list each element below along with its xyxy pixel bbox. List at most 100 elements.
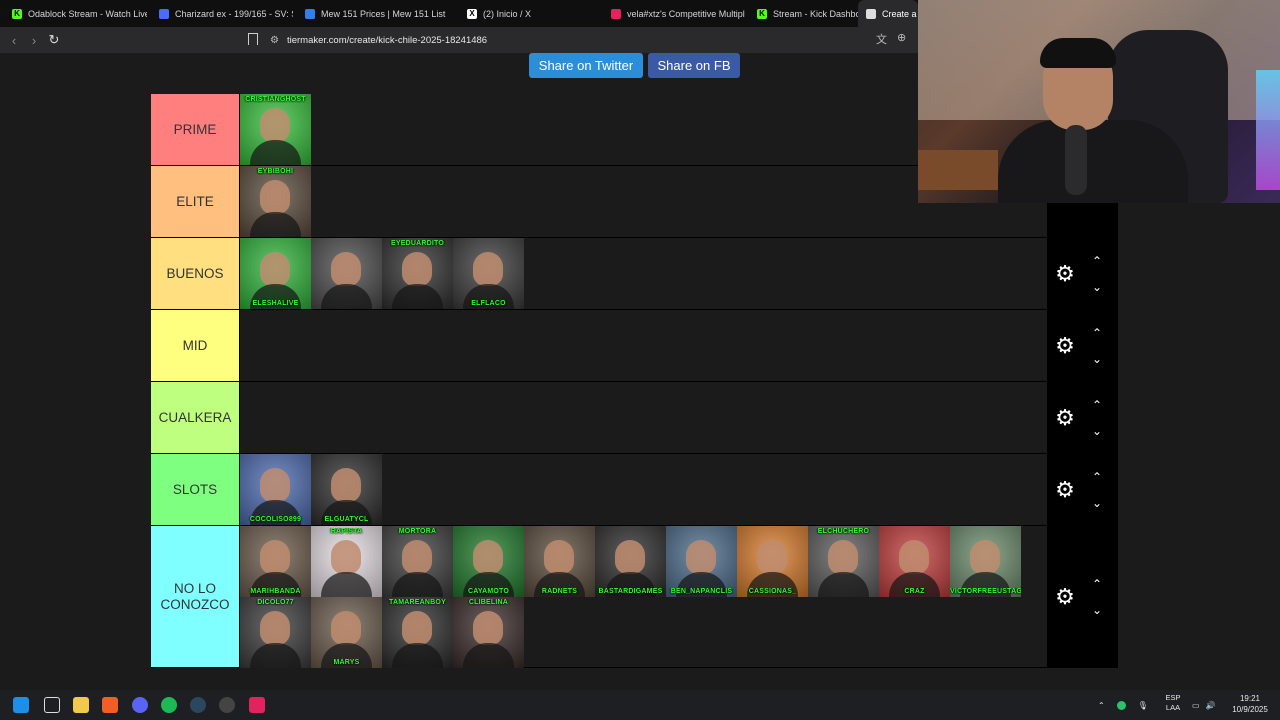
browser-tab[interactable]: Create a "K	[858, 0, 918, 27]
move-tier-up-icon[interactable]: ⌃	[1089, 254, 1105, 268]
move-tier-down-icon[interactable]: ⌄	[1089, 280, 1105, 294]
zoom-icon[interactable]: ⊕	[897, 31, 906, 47]
microphone	[1065, 125, 1087, 195]
webcam-overlay	[918, 0, 1280, 203]
streamer-card[interactable]	[311, 238, 382, 309]
back-icon[interactable]: ‹	[4, 30, 24, 50]
streamer-card[interactable]: RADNETS	[524, 526, 595, 597]
discord-icon[interactable]	[132, 697, 148, 713]
streamer-card[interactable]: EYBIBOHI	[240, 166, 311, 237]
translate-icon[interactable]: 文	[876, 31, 887, 47]
language-indicator[interactable]: ESP LAA	[1162, 693, 1184, 713]
tier-label[interactable]: MID	[151, 310, 240, 381]
streamer-card[interactable]: VICTORFREEUSTAGE	[950, 526, 1021, 597]
streamer-card[interactable]: TAMAREANBOY	[382, 597, 453, 668]
share-fb-button[interactable]: Share on FB	[648, 53, 740, 78]
tray-overflow-icon[interactable]: ⌃	[1098, 701, 1105, 710]
streamer-card[interactable]: MORTORA	[382, 526, 453, 597]
move-tier-down-icon[interactable]: ⌄	[1089, 603, 1105, 617]
file-explorer-icon[interactable]	[73, 697, 89, 713]
site-info-icon[interactable]: ⚙	[270, 35, 279, 46]
streamer-card[interactable]: ELCHUCHERO	[808, 526, 879, 597]
url-text: tiermaker.com/create/kick-chile-2025-182…	[286, 34, 488, 46]
streamer-name: EYEDUARDITO	[390, 240, 445, 247]
streamer-name: CAYAMOTO	[467, 588, 510, 595]
streamer-name: CRAZ	[904, 588, 925, 595]
tab-favicon-icon	[611, 8, 621, 19]
tier-items-area[interactable]	[240, 382, 1047, 453]
tier-label[interactable]: NO LO CONOZCO	[151, 526, 240, 667]
streamer-photo	[260, 180, 290, 214]
reload-icon[interactable]: ↻	[44, 30, 64, 50]
streamer-card[interactable]: DICOLO77	[240, 597, 311, 668]
streamer-card[interactable]: CRAZ	[879, 526, 950, 597]
streamer-card[interactable]: COCOLISO899	[240, 454, 311, 525]
move-tier-down-icon[interactable]: ⌄	[1089, 496, 1105, 510]
browser-tab[interactable]: Mew 151 Prices | Mew 151 List	[297, 0, 455, 27]
network-icon[interactable]: ▭	[1192, 701, 1200, 710]
streamer-card[interactable]: CLIBELINA	[453, 597, 524, 668]
streamer-card[interactable]: ELGUATYCL	[311, 454, 382, 525]
tier-items-area[interactable]: ELESHALIVE EYEDUARDITO ELFLACO	[240, 238, 1047, 309]
tier-label[interactable]: CUALKERA	[151, 382, 240, 453]
mic-icon[interactable]: 🎙	[1138, 701, 1148, 710]
forward-icon[interactable]: ›	[24, 30, 44, 50]
clock[interactable]: 19:21 10/9/2025	[1226, 693, 1274, 715]
brave-browser-icon[interactable]	[102, 697, 118, 713]
browser-tab[interactable]: X (2) Inicio / X	[459, 0, 599, 27]
move-tier-up-icon[interactable]: ⌃	[1089, 398, 1105, 412]
move-tier-up-icon[interactable]: ⌃	[1089, 470, 1105, 484]
move-tier-down-icon[interactable]: ⌄	[1089, 424, 1105, 438]
language-code: ESP	[1165, 693, 1181, 702]
tier-settings-gear-icon[interactable]: ⚙	[1053, 334, 1077, 358]
streamer-card[interactable]: EYEDUARDITO	[382, 238, 453, 309]
status-dot-icon[interactable]	[1116, 700, 1126, 710]
streamer-card[interactable]: CRISTIANGHOST	[240, 94, 311, 165]
tier-settings-gear-icon[interactable]: ⚙	[1053, 478, 1077, 502]
volume-icon[interactable]: 🔊	[1206, 701, 1216, 710]
tier-settings-gear-icon[interactable]: ⚙	[1053, 262, 1077, 286]
tier-label[interactable]: SLOTS	[151, 454, 240, 525]
streamer-photo	[615, 540, 645, 574]
task-view-icon[interactable]	[44, 697, 60, 713]
move-tier-up-icon[interactable]: ⌃	[1089, 577, 1105, 591]
tier-label[interactable]: ELITE	[151, 166, 240, 237]
streamer-name: BASTARDIGAMES	[598, 588, 663, 595]
url-field[interactable]: ⚙ tiermaker.com/create/kick-chile-2025-1…	[270, 31, 920, 49]
windows-start-icon[interactable]	[13, 697, 29, 713]
streamer-card[interactable]: CASSIONAS_	[737, 526, 808, 597]
tier-settings-gear-icon[interactable]: ⚙	[1053, 406, 1077, 430]
tier-label[interactable]: PRIME	[151, 94, 240, 165]
clock-date: 10/9/2025	[1232, 705, 1268, 714]
streamer-body	[998, 120, 1188, 203]
bookmark-icon[interactable]	[248, 33, 258, 45]
tier-items-area[interactable]: COCOLISO899 ELGUATYCL	[240, 454, 1047, 525]
tier-items-area[interactable]	[240, 310, 1047, 381]
steam-icon[interactable]	[190, 697, 206, 713]
streamer-card[interactable]: BASTARDIGAMES	[595, 526, 666, 597]
tier-label[interactable]: BUENOS	[151, 238, 240, 309]
share-twitter-button[interactable]: Share on Twitter	[529, 53, 643, 78]
spotify-icon[interactable]	[161, 697, 177, 713]
streamer-card[interactable]: MARYS	[311, 597, 382, 668]
streamer-photo-body	[250, 140, 301, 165]
streamer-card[interactable]: ELFLACO	[453, 238, 524, 309]
obs-icon[interactable]	[219, 697, 235, 713]
move-tier-down-icon[interactable]: ⌄	[1089, 352, 1105, 366]
browser-tab[interactable]: Charizard ex - 199/165 - SV: Sc	[151, 0, 293, 27]
streamer-card[interactable]: RAPISTA	[311, 526, 382, 597]
streamer-photo	[260, 252, 290, 286]
browser-tab[interactable]: vela#xtz's Competitive Multiple	[603, 0, 745, 27]
streamer-card[interactable]: MARIHBANDA	[240, 526, 311, 597]
streamer-card[interactable]: BEN_NAPANCLIS	[666, 526, 737, 597]
streamer-photo	[331, 468, 361, 502]
browser-tab[interactable]: K Odablock Stream - Watch Live	[4, 0, 147, 27]
move-tier-up-icon[interactable]: ⌃	[1089, 326, 1105, 340]
streamer-photo-body	[250, 212, 301, 237]
app-icon[interactable]	[249, 697, 265, 713]
tier-settings-gear-icon[interactable]: ⚙	[1053, 585, 1077, 609]
streamer-card[interactable]: ELESHALIVE	[240, 238, 311, 309]
tray-right-icons: ▭ 🔊	[1192, 690, 1216, 720]
tier-items-area[interactable]: MARIHBANDA RAPISTA MORTORA CAYAMOTO RADNETS B…	[240, 526, 1047, 668]
streamer-card[interactable]: CAYAMOTO	[453, 526, 524, 597]
